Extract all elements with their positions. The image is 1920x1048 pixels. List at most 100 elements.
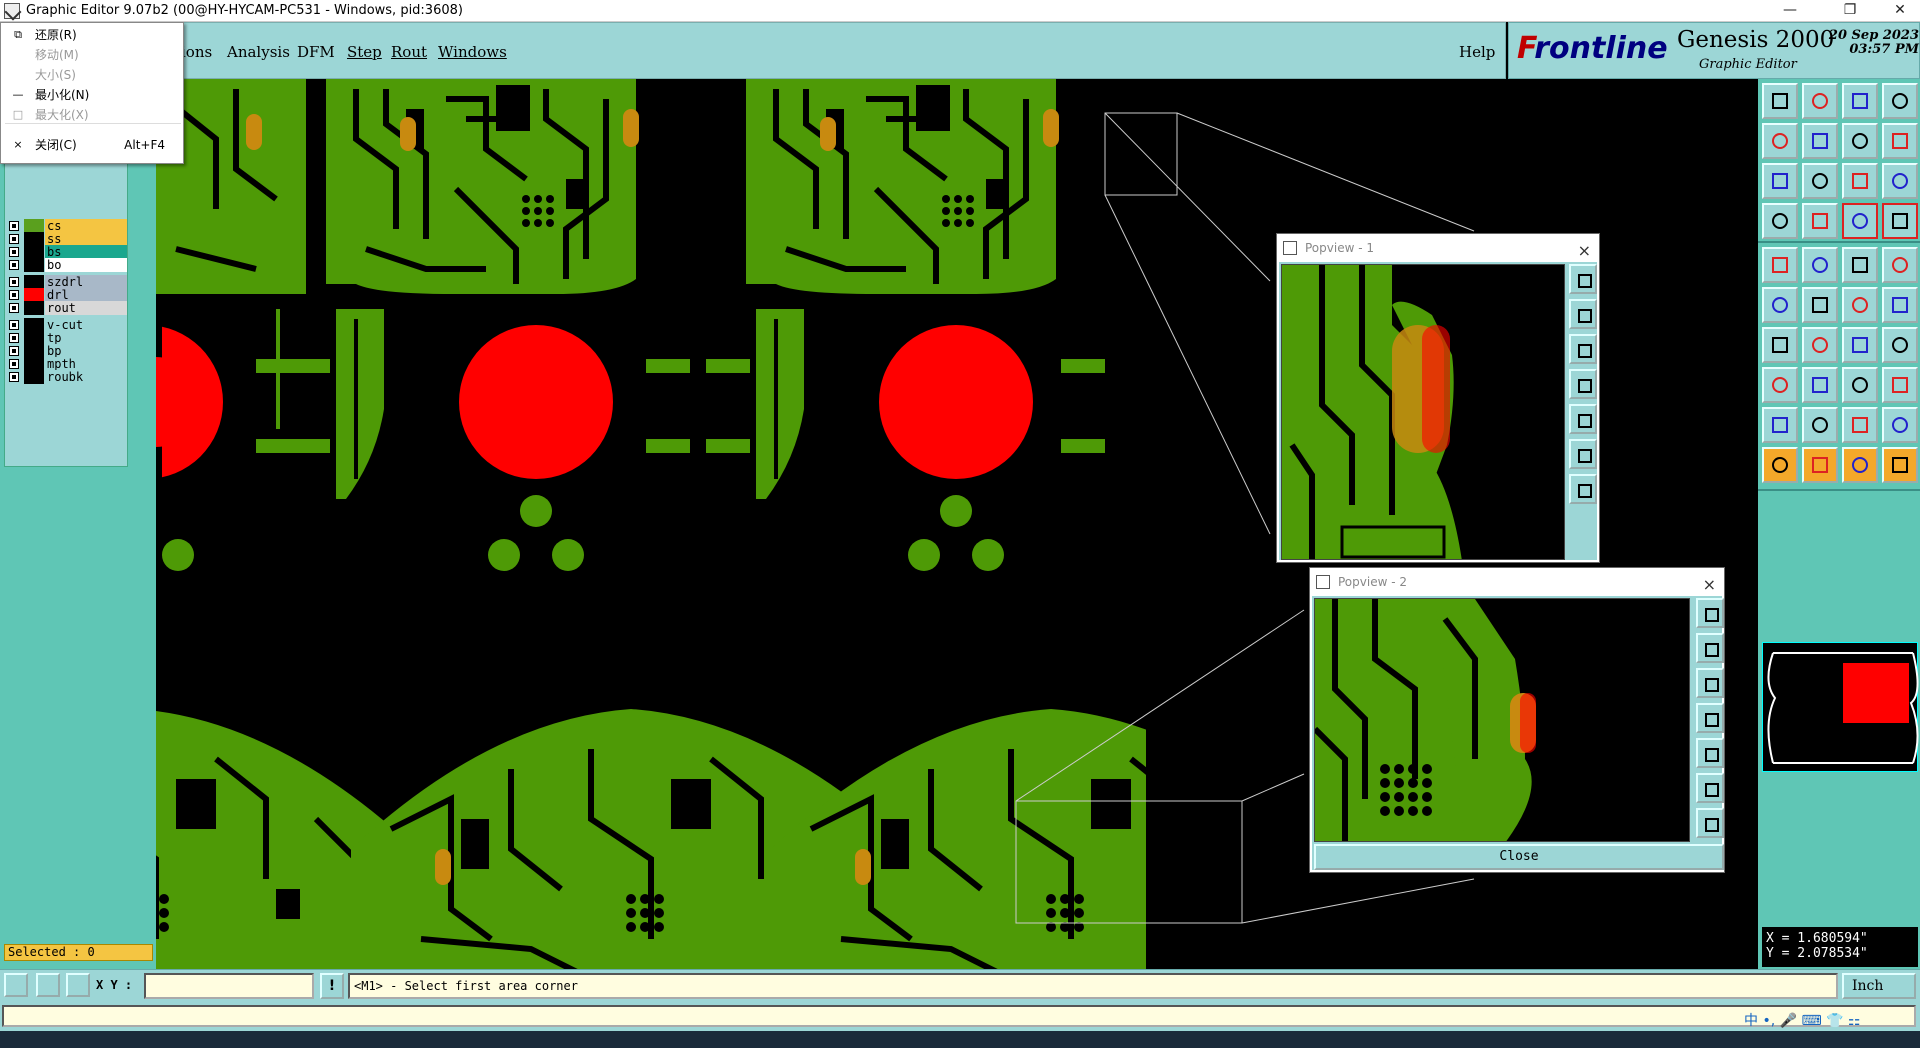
menu-dfm[interactable]: DFM	[297, 43, 335, 61]
layer-color-swatch[interactable]	[24, 258, 44, 272]
center-icon[interactable]	[1802, 163, 1838, 199]
layer-color-swatch[interactable]	[24, 232, 44, 246]
layer-row-rout[interactable]: rout	[7, 301, 127, 315]
menu-rout[interactable]: Rout	[391, 43, 427, 61]
xy-input[interactable]	[144, 973, 314, 999]
layer-row-ss[interactable]: ss	[7, 232, 127, 246]
popview-1-canvas[interactable]	[1281, 264, 1565, 560]
menu-step[interactable]: Step	[347, 43, 382, 61]
popview-pan-down-button[interactable]	[1569, 334, 1597, 364]
tool-measure-icon[interactable]	[36, 973, 60, 997]
stack-icon[interactable]	[1882, 123, 1918, 159]
layer-label[interactable]: ss	[45, 232, 127, 246]
popview-2-close-button[interactable]: Close	[1314, 844, 1724, 870]
layer-label[interactable]: bp	[45, 344, 127, 358]
feature-filter-icon[interactable]	[1762, 203, 1798, 239]
triangle-icon[interactable]	[1802, 407, 1838, 443]
minimize-button[interactable]: —	[1770, 0, 1810, 22]
cross-icon[interactable]	[1802, 287, 1838, 323]
layer-color-swatch[interactable]	[24, 245, 44, 259]
layer-label[interactable]: szdrl	[45, 275, 127, 289]
layer-checkbox[interactable]	[9, 247, 19, 257]
grid-icon[interactable]	[1802, 203, 1838, 239]
select-filter-icon[interactable]	[1842, 203, 1878, 239]
app-icon[interactable]	[4, 2, 20, 19]
popview-pan-up-button[interactable]	[1696, 633, 1724, 663]
camera-icon[interactable]	[1762, 247, 1798, 283]
layer-row-bo[interactable]: bo	[7, 258, 127, 272]
popview-1-window[interactable]: Popview - 1 ×	[1276, 233, 1600, 563]
layer-color-swatch[interactable]	[24, 357, 44, 371]
popview-zoom-out-button[interactable]	[1696, 808, 1724, 838]
drill-icon[interactable]	[1882, 247, 1918, 283]
popview-2-close-icon[interactable]: ×	[1703, 571, 1716, 599]
save-icon[interactable]	[1802, 83, 1838, 119]
layer-color-swatch[interactable]	[24, 344, 44, 358]
layer-color-swatch[interactable]	[24, 219, 44, 233]
popview-1-close-icon[interactable]: ×	[1578, 237, 1591, 265]
popview-2-window[interactable]: Popview - 2 × Close	[1309, 567, 1725, 873]
surface-icon[interactable]	[1842, 407, 1878, 443]
layer-label[interactable]: tp	[45, 331, 127, 345]
layer-label[interactable]: mpth	[45, 357, 127, 371]
layer-row-drl[interactable]: drl	[7, 288, 127, 302]
layer-row-mpth[interactable]: mpth	[7, 357, 127, 371]
popview-zoom-in-button[interactable]	[1569, 439, 1597, 469]
layer-label[interactable]: rout	[45, 301, 127, 315]
pointer-icon[interactable]	[1882, 447, 1918, 483]
add-pad-icon[interactable]	[1842, 287, 1878, 323]
move-icon[interactable]	[1802, 447, 1838, 483]
system-menu-item-5[interactable]: × 关闭(C) Alt+F4	[1, 135, 185, 155]
popview-2-titlebar[interactable]: Popview - 2 ×	[1310, 568, 1724, 596]
layer-checkbox[interactable]	[9, 320, 19, 330]
mirror-icon[interactable]	[1882, 327, 1918, 363]
popview-2-canvas[interactable]	[1314, 598, 1690, 842]
layer-label[interactable]: cs	[45, 219, 127, 233]
popview-pan-right-button[interactable]	[1569, 404, 1597, 434]
help-icon[interactable]	[1882, 163, 1918, 199]
line-cut-icon[interactable]	[1802, 367, 1838, 403]
system-menu-item-3[interactable]: — 最小化(N)	[1, 85, 185, 105]
layer-checkbox[interactable]	[9, 221, 19, 231]
layer-row-tp[interactable]: tp	[7, 331, 127, 345]
system-menu-item-0[interactable]: ⧉ 还原(R)	[1, 25, 185, 45]
exclaim-button[interactable]: !	[320, 973, 344, 999]
popview-zoom-in-button[interactable]	[1696, 773, 1724, 803]
layer-checkbox[interactable]	[9, 260, 19, 270]
tool-snap-icon[interactable]	[66, 973, 90, 997]
layer-row-cs[interactable]: cs	[7, 219, 127, 233]
cursor-icon[interactable]	[1842, 447, 1878, 483]
popview-pan-right-button[interactable]	[1696, 738, 1724, 768]
layer-color-swatch[interactable]	[24, 331, 44, 345]
ruler-icon[interactable]	[1842, 247, 1878, 283]
connect-icon[interactable]	[1762, 287, 1798, 323]
layer-color-swatch[interactable]	[24, 370, 44, 384]
draw-line-icon[interactable]	[1762, 327, 1798, 363]
layer-checkbox[interactable]	[9, 372, 19, 382]
popview-zoom-fit-button[interactable]	[1569, 264, 1597, 294]
layer-color-swatch[interactable]	[24, 288, 44, 302]
layer-color-swatch[interactable]	[24, 301, 44, 315]
cut-pad-icon[interactable]	[1762, 367, 1798, 403]
layer-row-szdrl[interactable]: szdrl	[7, 275, 127, 289]
fit-icon[interactable]	[1762, 163, 1798, 199]
layer-filter-icon[interactable]	[1882, 203, 1918, 239]
paint-icon[interactable]	[1802, 247, 1838, 283]
layer-color-swatch[interactable]	[24, 318, 44, 332]
polygon-icon[interactable]	[1762, 407, 1798, 443]
layer-checkbox[interactable]	[9, 290, 19, 300]
layer-checkbox[interactable]	[9, 303, 19, 313]
popview-1-titlebar[interactable]: Popview - 1 ×	[1277, 234, 1599, 262]
popview-pan-up-button[interactable]	[1569, 299, 1597, 329]
measure-icon[interactable]	[1842, 367, 1878, 403]
layer-checkbox[interactable]	[9, 277, 19, 287]
layer-row-bp[interactable]: bp	[7, 344, 127, 358]
rotate-icon[interactable]	[1842, 327, 1878, 363]
layer-label[interactable]: v-cut	[45, 318, 127, 332]
tool-pan-icon[interactable]	[4, 973, 28, 997]
menu-help[interactable]: Help	[1459, 43, 1495, 61]
menu-windows[interactable]: Windows	[438, 43, 507, 61]
layer-row-roubk[interactable]: roubk	[7, 370, 127, 384]
layer-color-swatch[interactable]	[24, 275, 44, 289]
warning-icon[interactable]	[1882, 407, 1918, 443]
